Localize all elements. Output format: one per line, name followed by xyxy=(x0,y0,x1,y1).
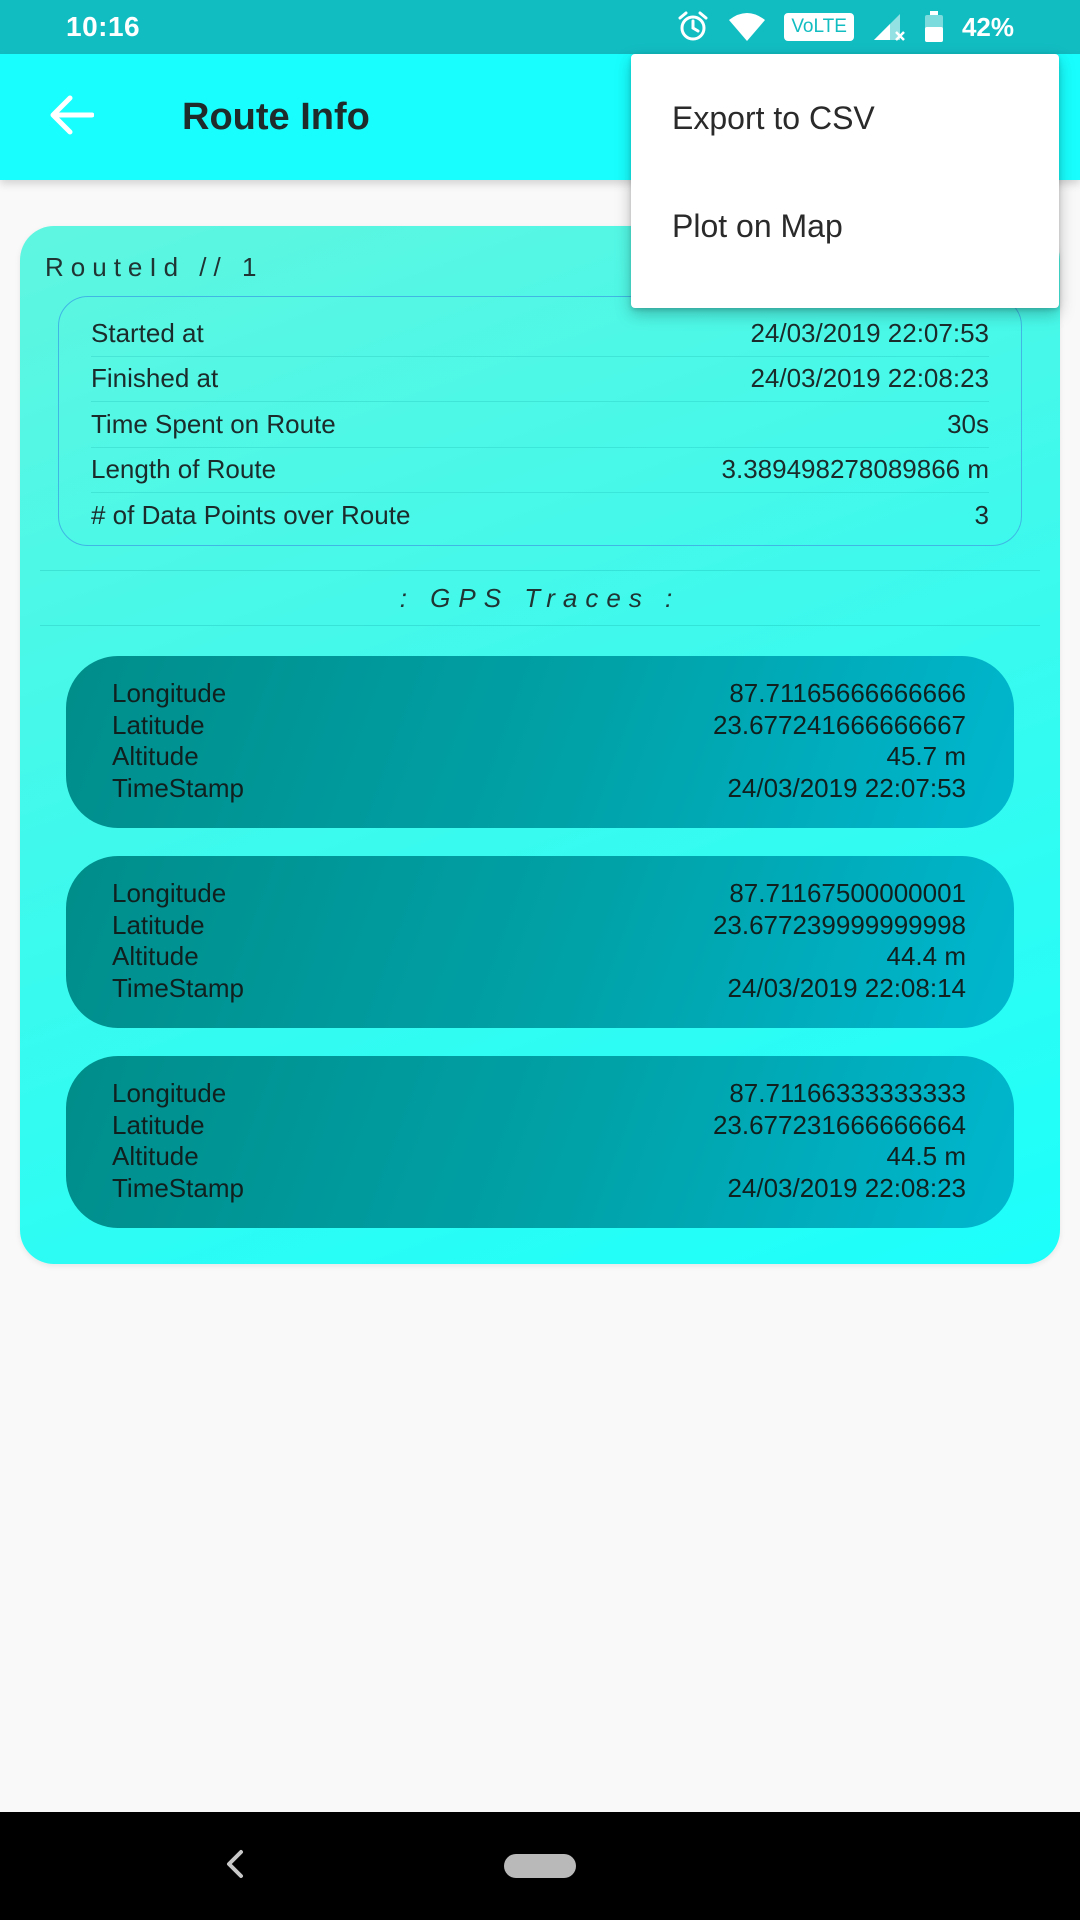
trace-value: 23.677231666666664 xyxy=(712,1109,966,1140)
trace-row-altitude: Altitude 45.7 m xyxy=(112,741,966,773)
status-bar: 10:16 VoLTE 42% xyxy=(0,0,1080,54)
trace-value: 44.4 m xyxy=(886,941,967,972)
nav-back-button[interactable] xyxy=(215,1842,255,1890)
trace-value: 87.71166333333333 xyxy=(729,1078,966,1109)
menu-item-plot-on-map[interactable]: Plot on Map xyxy=(631,172,1059,280)
summary-row-data-points: # of Data Points over Route 3 xyxy=(91,493,989,539)
status-time: 10:16 xyxy=(66,11,141,42)
summary-label: Time Spent on Route xyxy=(91,408,336,439)
trace-row-longitude: Longitude 87.71165666666666 xyxy=(112,678,966,710)
route-card: RouteId // 1 Started at 24/03/2019 22:07… xyxy=(20,226,1060,1264)
alarm-icon xyxy=(676,10,710,44)
gps-traces-heading: : GPS Traces : xyxy=(40,570,1040,626)
gps-trace-card: Longitude 87.71165666666666 Latitude 23.… xyxy=(66,656,1014,828)
summary-row-length: Length of Route 3.389498278089866 m xyxy=(91,448,989,493)
back-button[interactable] xyxy=(36,81,108,153)
summary-value: 3 xyxy=(974,500,989,531)
signal-icon xyxy=(872,12,906,42)
arrow-left-icon xyxy=(50,95,95,140)
trace-value: 87.71165666666666 xyxy=(729,678,966,709)
trace-value: 24/03/2019 22:08:23 xyxy=(727,1172,966,1203)
trace-value: 23.677239999999998 xyxy=(712,909,966,940)
trace-value: 44.5 m xyxy=(886,1141,967,1172)
trace-label: Longitude xyxy=(112,1078,227,1109)
trace-label: Latitude xyxy=(112,909,205,940)
trace-row-longitude: Longitude 87.71166333333333 xyxy=(112,1078,966,1110)
system-nav-bar xyxy=(0,1812,1080,1920)
summary-value: 30s xyxy=(947,408,989,439)
trace-row-timestamp: TimeStamp 24/03/2019 22:08:14 xyxy=(112,973,966,1005)
trace-label: Longitude xyxy=(112,678,227,709)
summary-label: # of Data Points over Route xyxy=(91,500,411,531)
wifi-icon xyxy=(728,12,766,42)
summary-label: Finished at xyxy=(91,363,219,394)
trace-row-latitude: Latitude 23.677231666666664 xyxy=(112,1110,966,1142)
chevron-left-icon xyxy=(224,1849,246,1884)
trace-label: TimeStamp xyxy=(112,1172,244,1203)
trace-row-altitude: Altitude 44.5 m xyxy=(112,1141,966,1173)
trace-label: TimeStamp xyxy=(112,772,244,803)
battery-icon xyxy=(924,11,944,43)
overflow-menu: Export to CSV Plot on Map xyxy=(631,54,1059,308)
menu-item-export-csv[interactable]: Export to CSV xyxy=(631,64,1059,172)
trace-row-timestamp: TimeStamp 24/03/2019 22:08:23 xyxy=(112,1173,966,1205)
trace-row-latitude: Latitude 23.677241666666667 xyxy=(112,710,966,742)
route-summary: Started at 24/03/2019 22:07:53 Finished … xyxy=(58,296,1022,546)
gps-trace-card: Longitude 87.71166333333333 Latitude 23.… xyxy=(66,1056,1014,1228)
volte-badge: VoLTE xyxy=(784,13,854,41)
summary-value: 24/03/2019 22:08:23 xyxy=(750,363,989,394)
summary-row-time-spent: Time Spent on Route 30s xyxy=(91,402,989,448)
trace-row-latitude: Latitude 23.677239999999998 xyxy=(112,910,966,942)
trace-value: 24/03/2019 22:07:53 xyxy=(727,772,966,803)
trace-label: Longitude xyxy=(112,878,227,909)
trace-label: Latitude xyxy=(112,1109,205,1140)
summary-row-started: Started at 24/03/2019 22:07:53 xyxy=(91,311,989,357)
gps-trace-card: Longitude 87.71167500000001 Latitude 23.… xyxy=(66,856,1014,1028)
summary-label: Length of Route xyxy=(91,454,277,485)
summary-value: 24/03/2019 22:07:53 xyxy=(750,317,989,348)
trace-row-longitude: Longitude 87.71167500000001 xyxy=(112,878,966,910)
trace-label: TimeStamp xyxy=(112,972,244,1003)
screen: 10:16 VoLTE 42% Route Info RouteId // 1 … xyxy=(0,0,1080,1920)
trace-row-altitude: Altitude 44.4 m xyxy=(112,941,966,973)
trace-value: 87.71167500000001 xyxy=(729,878,966,909)
summary-label: Started at xyxy=(91,317,204,348)
route-id-label: RouteId // 1 xyxy=(45,252,264,282)
trace-label: Altitude xyxy=(112,1141,199,1172)
summary-row-finished: Finished at 24/03/2019 22:08:23 xyxy=(91,357,989,402)
trace-value: 23.677241666666667 xyxy=(712,709,966,740)
page-title: Route Info xyxy=(182,95,370,138)
trace-row-timestamp: TimeStamp 24/03/2019 22:07:53 xyxy=(112,773,966,805)
trace-label: Altitude xyxy=(112,741,199,772)
trace-value: 24/03/2019 22:08:14 xyxy=(727,972,966,1003)
trace-label: Altitude xyxy=(112,941,199,972)
nav-home-pill[interactable] xyxy=(504,1854,576,1878)
trace-label: Latitude xyxy=(112,709,205,740)
battery-percent: 42% xyxy=(961,11,1014,42)
trace-value: 45.7 m xyxy=(886,741,967,772)
summary-value: 3.389498278089866 m xyxy=(721,454,989,485)
status-icons: VoLTE 42% xyxy=(676,10,1014,44)
